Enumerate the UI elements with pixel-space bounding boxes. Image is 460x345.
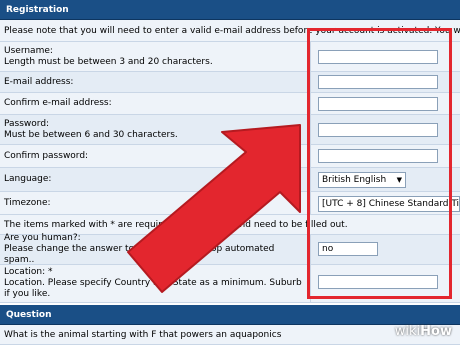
wikihow-watermark: wikiHow [395,324,452,339]
red-arrow-icon [127,124,301,293]
watermark-prefix: wiki [394,324,421,339]
watermark-suffix: How [420,324,452,339]
